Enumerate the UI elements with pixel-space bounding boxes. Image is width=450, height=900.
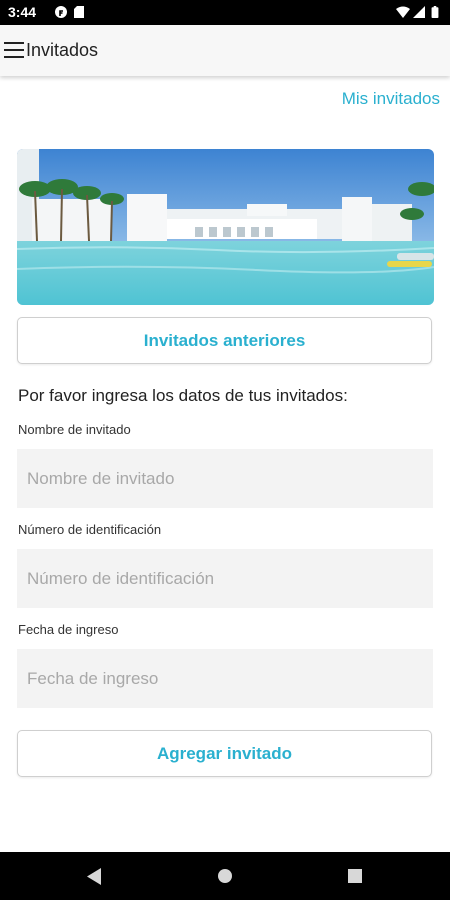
- signal-icon: [413, 6, 425, 18]
- status-time: 3:44: [8, 4, 37, 20]
- form-instructions: Por favor ingresa los datos de tus invit…: [18, 386, 348, 405]
- id-number-label: Número de identificación: [18, 522, 162, 537]
- status-bar: 3:44: [0, 0, 450, 25]
- recents-icon[interactable]: [347, 868, 363, 884]
- hamburger-menu-icon[interactable]: [4, 42, 24, 58]
- add-guest-button[interactable]: Agregar invitado: [17, 730, 432, 777]
- entry-date-input[interactable]: [17, 649, 433, 708]
- entry-date-label: Fecha de ingreso: [18, 622, 119, 637]
- wifi-icon: [396, 6, 410, 18]
- page-title: Invitados: [26, 40, 99, 60]
- app-bar: Invitados: [0, 25, 450, 76]
- f-icon: [55, 6, 67, 18]
- navigation-bar: [0, 852, 450, 900]
- my-guests-link[interactable]: Mis invitados: [342, 89, 440, 109]
- sd-card-icon: [74, 6, 84, 18]
- back-icon[interactable]: [87, 868, 103, 885]
- home-icon[interactable]: [217, 868, 233, 884]
- id-number-input[interactable]: [17, 549, 433, 608]
- previous-guests-button[interactable]: Invitados anteriores: [17, 317, 432, 364]
- guest-name-label: Nombre de invitado: [18, 422, 131, 437]
- guest-name-input[interactable]: [17, 449, 433, 508]
- resort-banner-image: [17, 149, 434, 305]
- battery-icon: [431, 6, 439, 18]
